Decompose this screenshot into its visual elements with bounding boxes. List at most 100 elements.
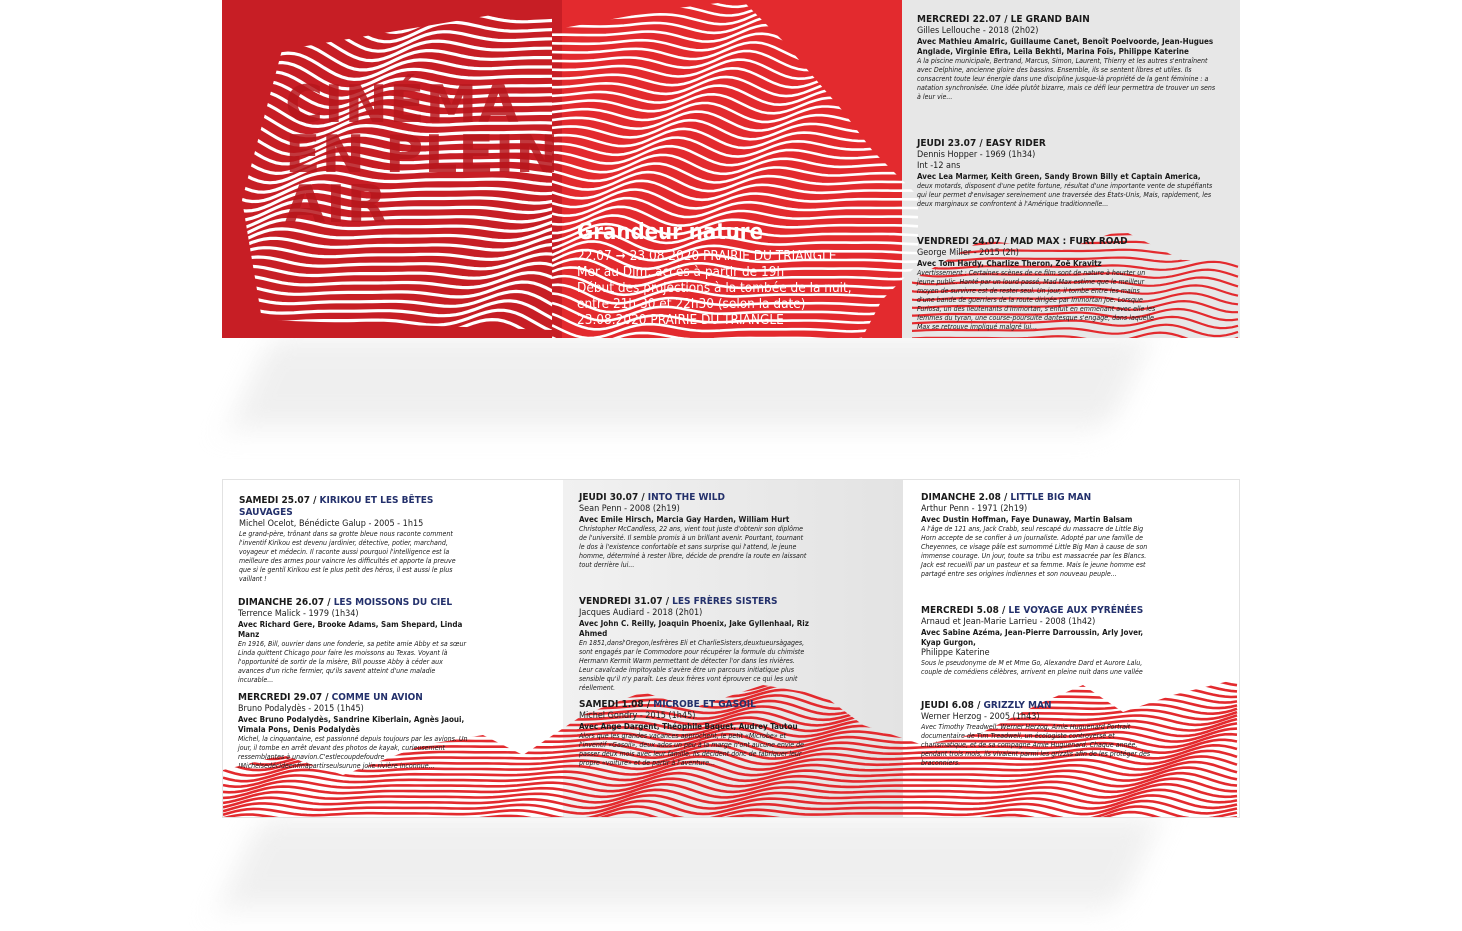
sheet-shadow bbox=[219, 818, 1161, 908]
entry-synopsis: Christopher McCandless, 22 ans, vient to… bbox=[579, 525, 807, 569]
entry-cast: Avec Emile Hirsch, Marcia Gay Harden, Wi… bbox=[579, 515, 790, 524]
programme-entry: VENDREDI 24.07 / MAD MAX : FURY ROAD Geo… bbox=[917, 236, 1157, 332]
entry-cast: Avec Sabine Azéma, Jean-Pierre Darroussi… bbox=[921, 628, 1144, 647]
entry-cast: Avec Ange Dargent, Théophile Baquet, Aud… bbox=[579, 722, 798, 731]
date-start: 22.07 bbox=[577, 248, 612, 264]
entry-cast: Avec John C. Reilly, Joaquin Phoenix, Ja… bbox=[579, 619, 809, 638]
entry-film: INTO THE WILD bbox=[647, 492, 725, 503]
entry-film: EASY RIDER bbox=[985, 138, 1046, 149]
programme-entry: JEUDI 30.07 / INTO THE WILD Sean Penn - 2… bbox=[579, 492, 809, 570]
entry-cast: Avec Mathieu Amalric, Guillaume Canet, B… bbox=[917, 37, 1214, 56]
cover-info: Mer au Dim, accès à partir de 19h bbox=[577, 264, 785, 280]
wave-stripe bbox=[552, 110, 919, 132]
entry-film: LE VOYAGE AUX PYRÉNÉES bbox=[1008, 605, 1144, 616]
cover-title-line: CINÉMA bbox=[285, 75, 520, 135]
wave-stripe bbox=[242, 32, 552, 63]
sheet-shadow bbox=[229, 338, 1151, 428]
entry-day: MERCREDI 5.08 / bbox=[921, 605, 1009, 616]
cover-headline: Grandeur nature bbox=[577, 220, 763, 245]
programme-entry: SAMEDI 1.08 / MICROBE ET GASOIL Michel Go… bbox=[579, 699, 809, 768]
entry-synopsis: Le grand-père, trônant dans sa grotte bl… bbox=[239, 530, 456, 583]
entry-synopsis: Alors que les grandes vacances approchen… bbox=[579, 732, 805, 767]
entry-director: Gilles Lellouche - 2018 (2h02) bbox=[917, 26, 1039, 36]
entry-film: LITTLE BIG MAN bbox=[1010, 492, 1092, 503]
programme-entry: VENDREDI 31.07 / LES FRÈRES SISTERS Jacqu… bbox=[579, 596, 809, 693]
entry-film: LES MOISSONS DU CIEL bbox=[333, 597, 453, 608]
entry-day: JEUDI 23.07 / bbox=[917, 138, 986, 149]
cover-title: CINÉMA EN PLEIN AIR bbox=[285, 75, 560, 235]
entry-director: Sean Penn - 2008 (2h19) bbox=[579, 504, 680, 514]
entry-director: Arnaud et Jean-Marie Larrieu - 2008 (1h4… bbox=[921, 617, 1096, 627]
wave-stripe bbox=[552, 92, 919, 115]
entry-day: JEUDI 6.08 / bbox=[921, 700, 984, 711]
entry-director: Dennis Hopper - 1969 (1h34) bbox=[917, 150, 1036, 160]
entry-cast: Avec Richard Gere, Brooke Adams, Sam She… bbox=[238, 620, 463, 639]
wave-stripe bbox=[552, 127, 918, 150]
entry-day: DIMANCHE 26.07 / bbox=[238, 597, 334, 608]
programme-entry: MERCREDI 22.07 / LE GRAND BAIN Gilles Le… bbox=[917, 14, 1217, 102]
entry-cast: Avec Dustin Hoffman, Faye Dunaway, Marti… bbox=[921, 515, 1133, 524]
entry-day: SAMEDI 1.08 / bbox=[579, 699, 654, 710]
entry-director: Jacques Audiard - 2018 (2h01) bbox=[579, 608, 703, 618]
programme-entry: JEUDI 6.08 / GRIZZLY MAN Werner Herzog - … bbox=[921, 700, 1151, 768]
wave-stripe bbox=[242, 23, 552, 53]
entry-film: MAD MAX : FURY ROAD bbox=[1010, 236, 1128, 247]
entry-note: Int -12 ans bbox=[917, 161, 961, 171]
cover-dates: 22.07 ➞ 23.08.2020 PRAIRIE DU TRIANGLE bbox=[577, 248, 897, 264]
wave-stripe bbox=[552, 15, 919, 37]
entry-film: MICROBE ET GASOIL bbox=[653, 699, 756, 710]
programme-entry: DIMANCHE 26.07 / LES MOISSONS DU CIEL Ter… bbox=[238, 597, 468, 685]
entry-director: Werner Herzog - 2005 (1h43) bbox=[921, 712, 1040, 722]
entry-synopsis: Avertissement : Certaines scènes de ce f… bbox=[917, 269, 1156, 331]
entry-day: MERCREDI 22.07 / bbox=[917, 14, 1011, 25]
entry-day: VENDREDI 24.07 / bbox=[917, 236, 1011, 247]
entry-synopsis: En 1851,dansl'Oregon,lesfrères Eli et Ch… bbox=[579, 639, 805, 692]
entry-day: DIMANCHE 2.08 / bbox=[921, 492, 1011, 503]
wave-stripe bbox=[242, 317, 552, 330]
entry-director: Terrence Malick - 1979 (1h34) bbox=[238, 609, 359, 619]
programme-entry: JEUDI 23.07 / EASY RIDER Dennis Hopper -… bbox=[917, 138, 1217, 209]
entry-director: George Miller - 2015 (2h) bbox=[917, 248, 1019, 258]
cover-title-line: AIR bbox=[285, 175, 388, 235]
cover-title-line: EN PLEIN bbox=[285, 125, 560, 185]
entry-day: MERCREDI 29.07 / bbox=[238, 692, 332, 703]
entry-film: GRIZZLY MAN bbox=[983, 700, 1052, 711]
entry-cast: Avec Bruno Podalydès, Sandrine Kiberlain… bbox=[238, 715, 465, 734]
programme-entry: MERCREDI 29.07 / COMME UN AVION Bruno Pod… bbox=[238, 692, 468, 771]
entry-synopsis: deux motards, disposent d'une petite for… bbox=[917, 182, 1213, 208]
brochure-cover-side: CINÉMA EN PLEIN AIR Grandeur nature 22.0… bbox=[222, 0, 1240, 338]
cover-info: Début des projections à la tombée de la … bbox=[577, 280, 852, 296]
entry-day: JEUDI 30.07 / bbox=[579, 492, 648, 503]
cover-headline-block: Grandeur nature 22.07 ➞ 23.08.2020 PRAIR… bbox=[577, 220, 897, 328]
wave-stripe bbox=[552, 0, 919, 11]
entry-film: LE GRAND BAIN bbox=[1010, 14, 1090, 25]
entry-synopsis: Michel, la cinquantaine, est passionné d… bbox=[238, 735, 468, 770]
date-end: 23.08.2020 PRAIRIE DU TRIANGLE bbox=[629, 248, 837, 264]
entry-director: Bruno Podalydès - 2015 (1h45) bbox=[238, 704, 364, 714]
entry-synopsis: Sous le pseudonyme de M et Mme Go, Alexa… bbox=[921, 659, 1143, 676]
entry-cast: Avec Tom Hardy, Charlize Theron, Zoë Kra… bbox=[917, 259, 1102, 268]
entry-synopsis: Avec Timothy Treadwell, Werner Herzog, A… bbox=[921, 723, 1151, 767]
wave-stripe bbox=[552, 101, 919, 124]
programme-entry: MERCREDI 5.08 / LE VOYAGE AUX PYRÉNÉES Ar… bbox=[921, 605, 1151, 677]
cover-info: entre 21h 30 et 22h30 (selon la date) bbox=[577, 296, 806, 312]
entry-day: SAMEDI 25.07 / bbox=[239, 495, 320, 506]
wave-stripe bbox=[552, 6, 919, 29]
programme-entry: SAMEDI 25.07 / KIRIKOU ET LES BÊTES SAUV… bbox=[239, 495, 469, 584]
wave-stripe bbox=[552, 0, 919, 20]
cover-info: 23.08.2020 PRAIRIE DU TRIANGLE bbox=[577, 312, 784, 328]
entry-note: Philippe Katerine bbox=[921, 648, 990, 658]
entry-director: Arthur Penn - 1971 (2h19) bbox=[921, 504, 1028, 514]
wave-stripe bbox=[242, 233, 552, 257]
entry-cast: Avec Lea Marmer, Keith Green, Sandy Brow… bbox=[917, 172, 1201, 181]
programme-entry: DIMANCHE 2.08 / LITTLE BIG MAN Arthur Pen… bbox=[921, 492, 1151, 579]
entry-day: VENDREDI 31.07 / bbox=[579, 596, 673, 607]
entry-film: COMME UN AVION bbox=[331, 692, 423, 703]
wave-stripe bbox=[912, 331, 1239, 338]
wave-stripe bbox=[552, 196, 919, 219]
entry-film: LES FRÈRES SISTERS bbox=[672, 596, 778, 607]
brochure-inner-side: SAMEDI 25.07 / KIRIKOU ET LES BÊTES SAUV… bbox=[222, 479, 1240, 818]
entry-synopsis: A l'âge de 121 ans, Jack Crabb, seul res… bbox=[921, 525, 1148, 578]
wave-stripe bbox=[242, 5, 552, 35]
entry-synopsis: A la piscine municipale, Bertrand, Marcu… bbox=[917, 57, 1216, 101]
